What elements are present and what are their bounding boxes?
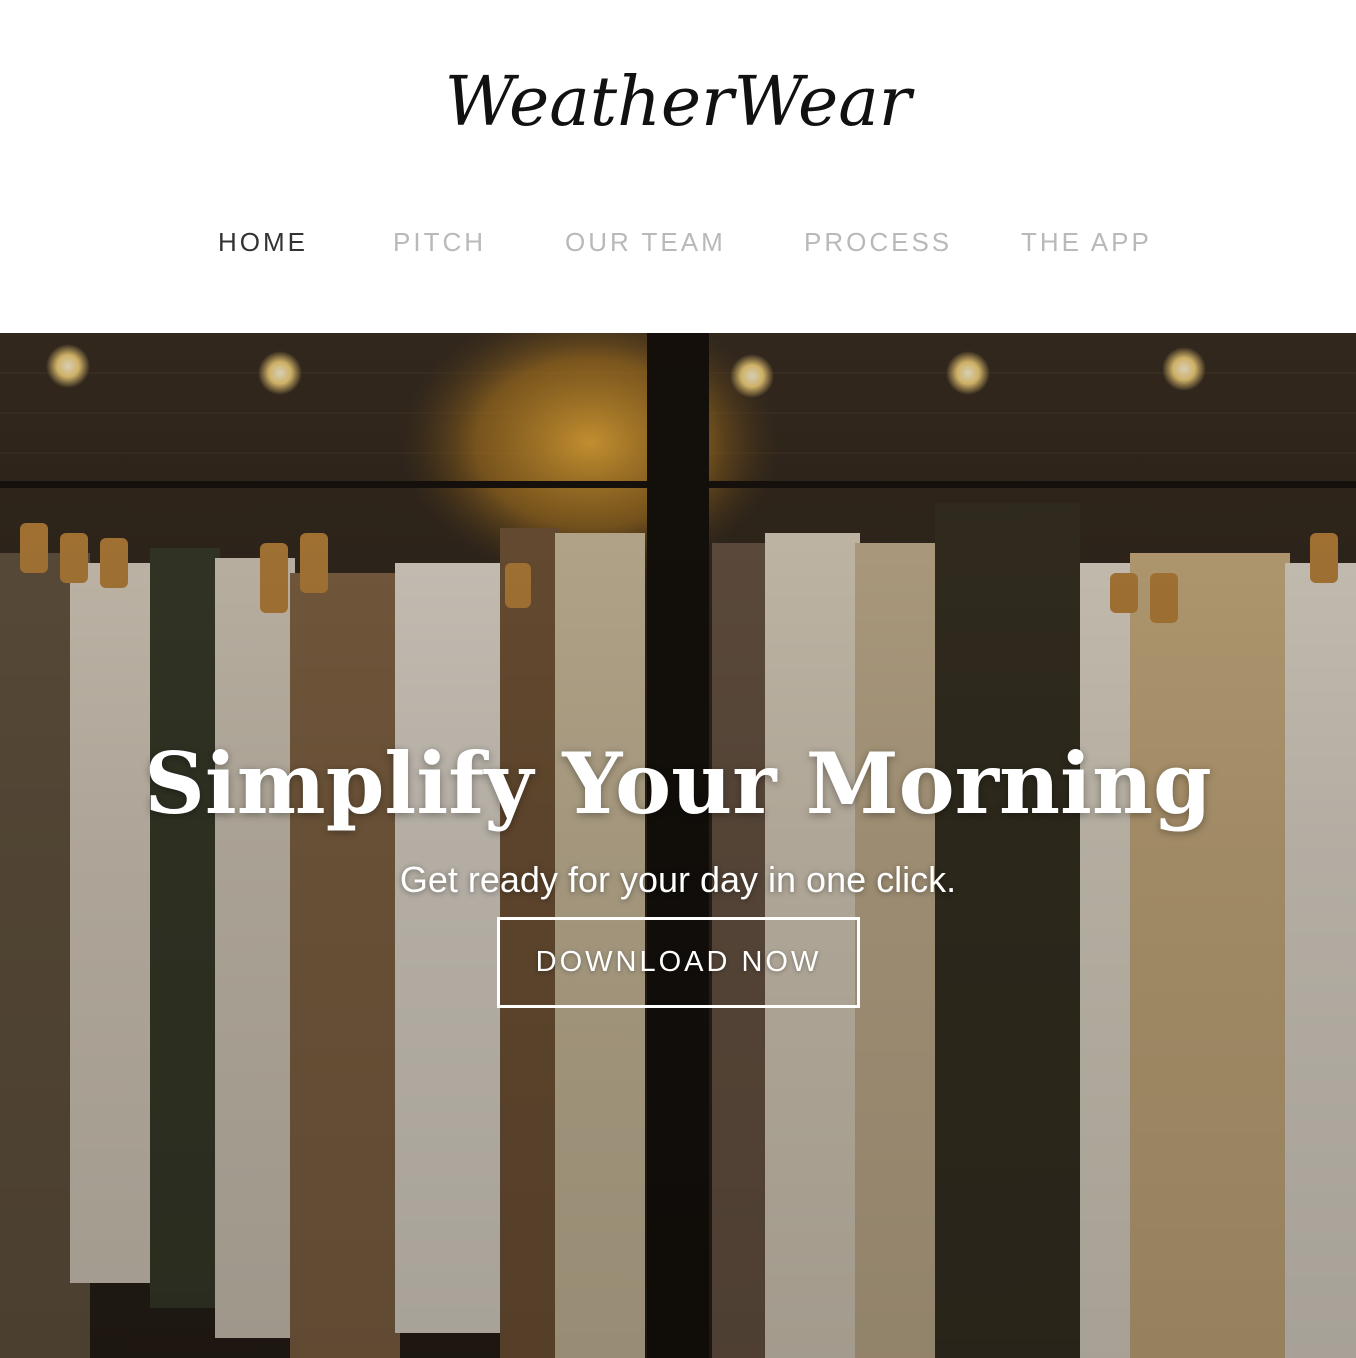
nav-item-pitch[interactable]: PITCH (393, 222, 486, 262)
nav-item-the-app[interactable]: THE APP (1021, 222, 1152, 262)
download-now-button[interactable]: DOWNLOAD NOW (497, 917, 860, 1008)
hero-subtitle: Get ready for your day in one click. (399, 859, 957, 900)
site-logo[interactable]: WeatherWear (0, 58, 1356, 148)
nav-item-our-team[interactable]: OUR TEAM (565, 222, 726, 262)
hero-section: Simplify Your Morning Get ready for your… (0, 333, 1356, 1358)
nav-item-home[interactable]: HOME (218, 222, 308, 262)
main-nav: HOME PITCH OUR TEAM PROCESS THE APP (0, 222, 1356, 262)
hero-title: Simplify Your Morning (144, 734, 1212, 834)
hero-background-image (0, 333, 1356, 1358)
nav-item-process[interactable]: PROCESS (804, 222, 952, 262)
site-header: WeatherWear HOME PITCH OUR TEAM PROCESS … (0, 0, 1356, 333)
